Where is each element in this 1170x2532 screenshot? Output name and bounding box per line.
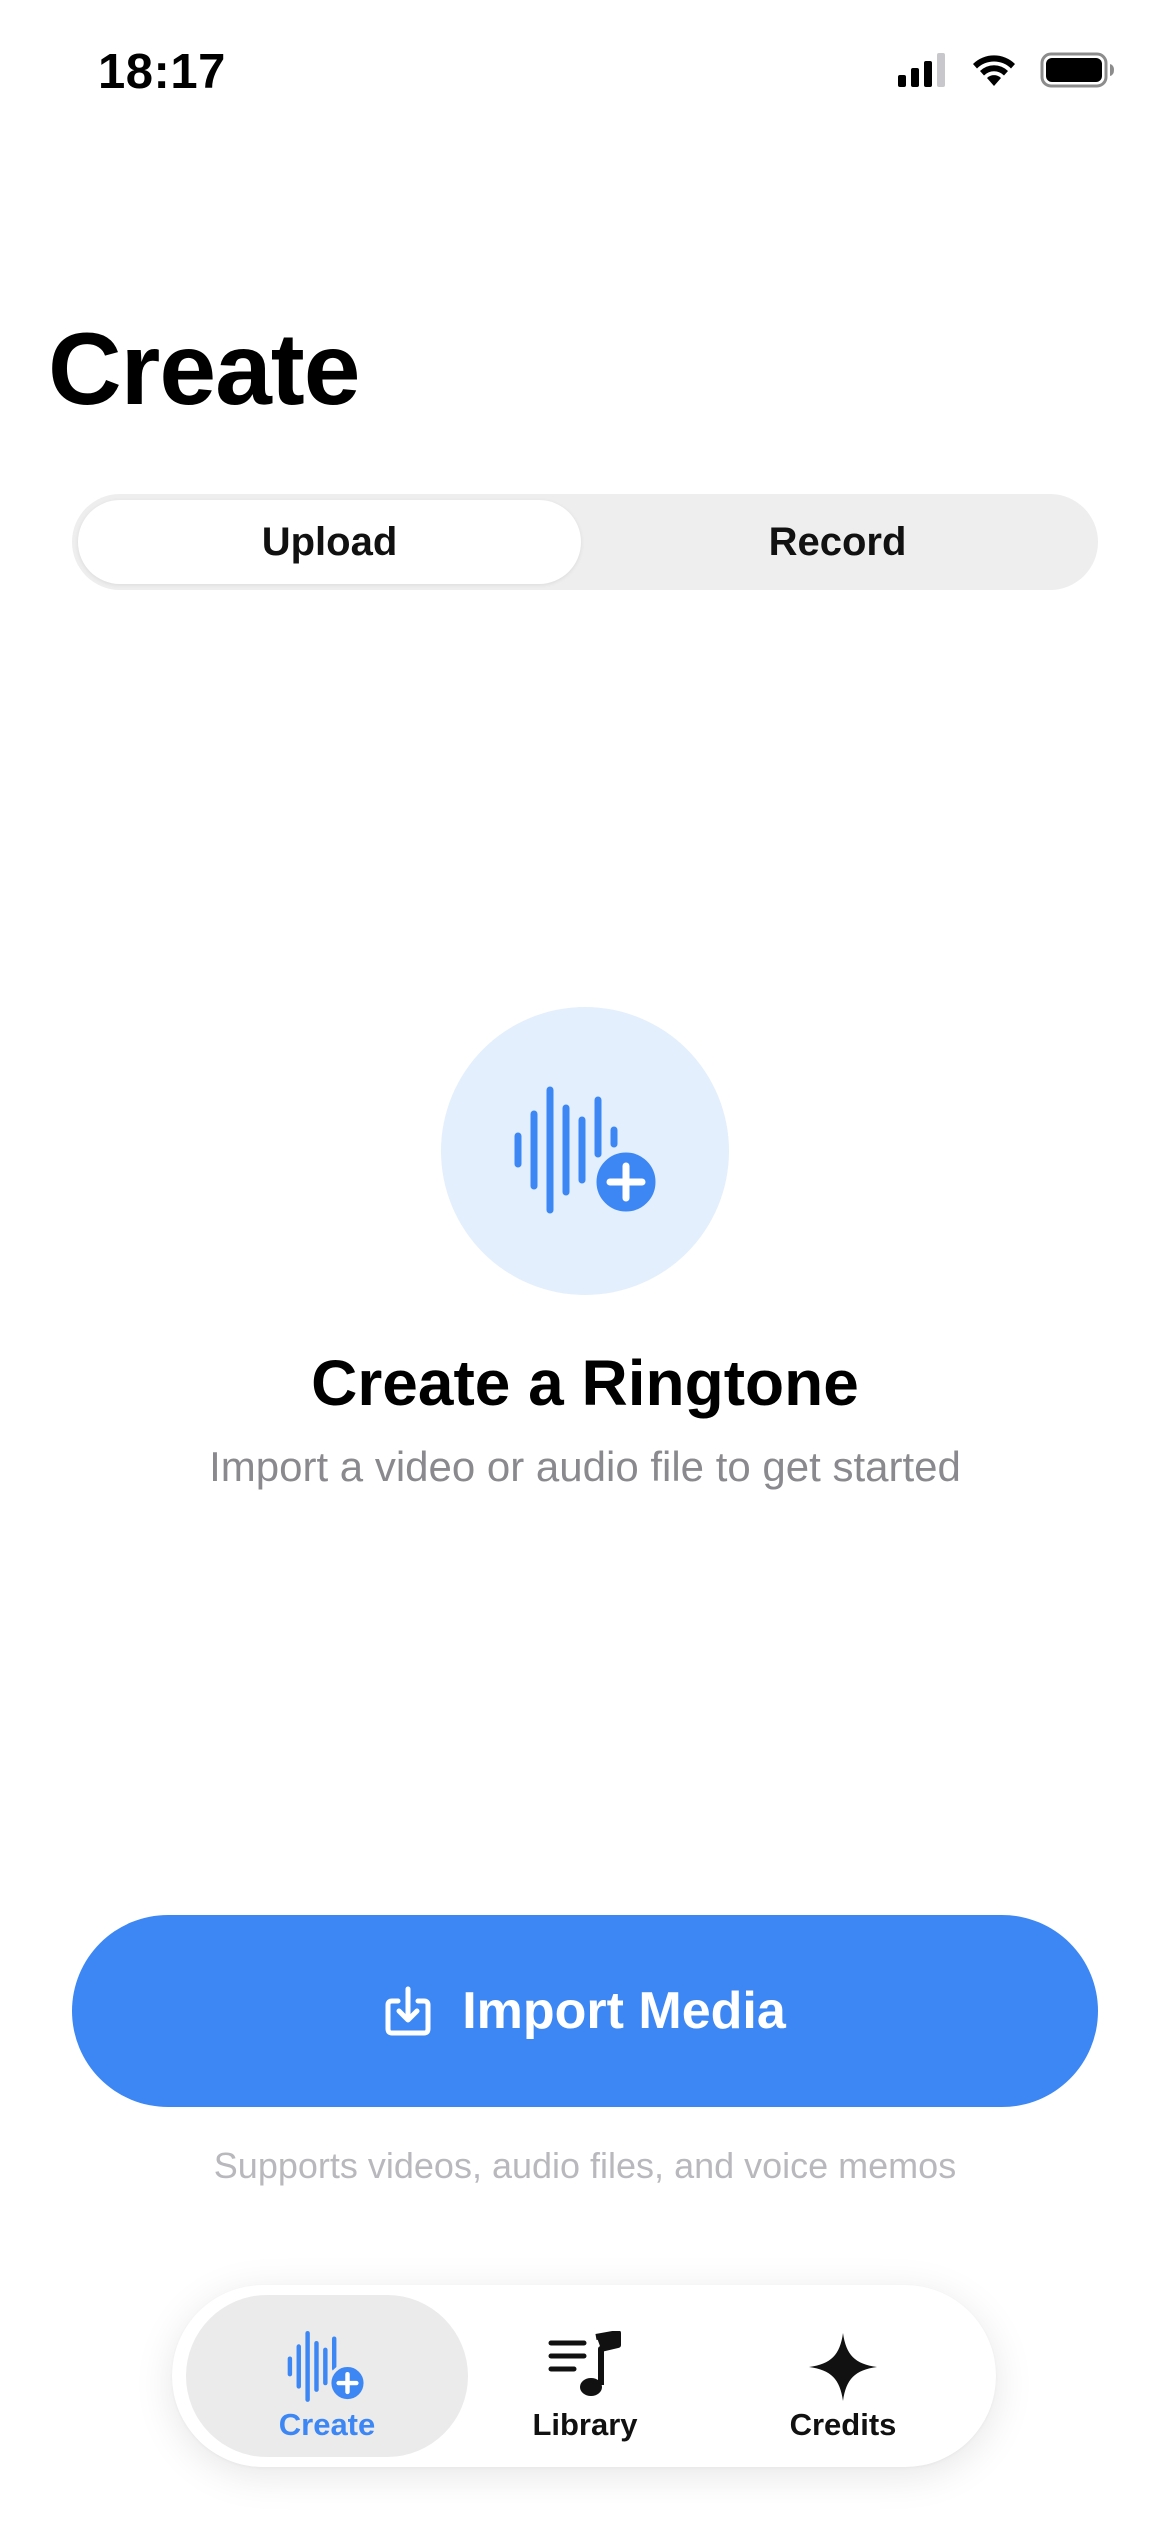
tab-library-label: Library	[532, 2407, 638, 2442]
tab-create-label: Create	[278, 2407, 376, 2442]
sparkle-icon	[809, 2333, 877, 2401]
tab-credits[interactable]: Credits	[702, 2295, 984, 2457]
page-title: Create	[48, 312, 361, 426]
tab-record[interactable]: Record	[586, 500, 1089, 584]
tab-upload[interactable]: Upload	[78, 500, 581, 584]
tab-create[interactable]: Create	[186, 2295, 468, 2457]
hero-icon-circle	[441, 1007, 729, 1295]
hero-title: Create a Ringtone	[311, 1347, 859, 1419]
tab-credits-label: Credits	[789, 2407, 897, 2442]
upload-record-segmented-control: Upload Record	[72, 494, 1098, 590]
tab-library[interactable]: Library	[444, 2295, 726, 2457]
status-icons	[898, 52, 1116, 88]
cellular-signal-icon	[898, 53, 945, 87]
tab-bar: Create Library Credits	[172, 2285, 996, 2467]
waveform-add-icon	[287, 2331, 367, 2403]
music-list-icon	[548, 2331, 621, 2396]
waveform-add-icon	[514, 1086, 660, 1216]
hero-subtitle: Import a video or audio file to get star…	[209, 1443, 961, 1490]
status-bar: 18:17	[0, 0, 1170, 150]
import-media-label: Import Media	[462, 1982, 786, 2040]
wifi-icon	[973, 55, 1015, 86]
status-time: 18:17	[98, 45, 226, 99]
battery-icon	[1040, 52, 1114, 88]
import-media-button[interactable]: Import Media	[72, 1915, 1098, 2107]
import-tray-icon	[385, 1986, 431, 2036]
import-supported-formats-note: Supports videos, audio files, and voice …	[213, 2145, 957, 2186]
